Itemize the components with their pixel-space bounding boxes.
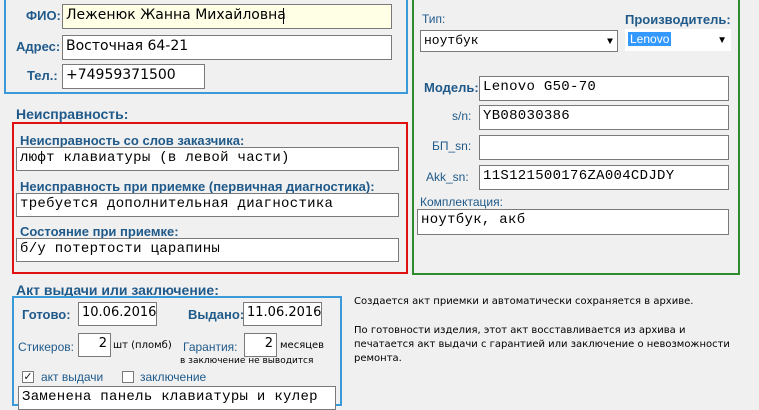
- issued-label: Выдано:: [188, 307, 245, 322]
- info-line-2: По готовности изделия, этот акт восставл…: [354, 325, 686, 336]
- fault-section-title: Неисправность:: [16, 106, 129, 122]
- issued-date-field[interactable]: 11.06.2016: [243, 302, 322, 326]
- ready-label: Готово:: [22, 307, 71, 322]
- warranty-note: в заключение не выводится: [180, 356, 314, 366]
- info-line-1: Создается акт приемки и автоматически со…: [354, 296, 694, 307]
- conclusion-checkbox-label: заключение: [140, 370, 207, 384]
- kit-label: Комплектация:: [420, 195, 503, 209]
- type-label: Тип:: [422, 12, 446, 26]
- bp-label: БП_sn:: [432, 139, 472, 153]
- intake-fault-label: Неисправность при приемке (первичная диа…: [20, 179, 375, 194]
- model-label: Модель:: [424, 80, 479, 95]
- act-checkbox[interactable]: ✓: [22, 371, 34, 383]
- text-cursor: [283, 8, 284, 24]
- kit-field[interactable]: ноутбук, акб: [417, 209, 729, 235]
- bp-field[interactable]: [479, 135, 729, 160]
- stickers-unit: шт (пломб): [113, 340, 172, 351]
- info-line-3: печатается акт выдачи с гарантией или за…: [354, 339, 730, 350]
- maker-label: Производитель:: [625, 12, 731, 27]
- act-checkbox-label: акт выдачи: [41, 370, 104, 384]
- warranty-field[interactable]: 2: [244, 333, 277, 357]
- type-select[interactable]: ноутбук ▼: [420, 30, 618, 52]
- chevron-down-icon: ▼: [606, 37, 613, 48]
- condition-label: Состояние при приемке:: [20, 224, 179, 239]
- maker-select-value: Lenovo: [628, 32, 672, 46]
- condition-field[interactable]: б/у потертости царапины: [16, 238, 399, 262]
- chevron-down-icon: ▼: [717, 35, 727, 46]
- phone-field[interactable]: +74959371500: [62, 64, 205, 89]
- intake-fault-field[interactable]: требуется дополнительная диагностика: [16, 193, 399, 217]
- type-select-value: ноутбук: [424, 33, 479, 48]
- conclusion-checkbox[interactable]: [122, 371, 134, 383]
- warranty-label: Гарантия:: [183, 340, 238, 354]
- customer-fault-label: Неисправность со слов заказчика:: [20, 133, 245, 148]
- stickers-field[interactable]: 2: [78, 333, 111, 357]
- address-label: Адрес:: [16, 39, 61, 54]
- ready-date-field[interactable]: 10.06.2016: [78, 302, 157, 326]
- info-line-4: ремонта.: [354, 353, 402, 364]
- phone-label: Тел.:: [27, 68, 58, 83]
- fio-field[interactable]: Леженюк Жанна Михайловна: [62, 4, 392, 29]
- customer-fault-field[interactable]: люфт клавиатуры (в левой части): [16, 147, 399, 171]
- model-field[interactable]: Lenovo G50-70: [479, 76, 729, 101]
- warranty-unit: месяцев: [280, 340, 325, 351]
- address-field[interactable]: Восточная 64-21: [62, 35, 392, 60]
- result-field[interactable]: Заменена панель клавиатуры и кулер: [18, 386, 336, 410]
- akk-field[interactable]: 11S121500176ZA004CDJDY: [479, 165, 729, 190]
- fio-label: ФИО:: [26, 8, 61, 23]
- akk-label: Akk_sn:: [426, 170, 469, 184]
- sn-field[interactable]: YB08030386: [479, 105, 729, 130]
- stickers-label: Стикеров:: [18, 340, 74, 354]
- maker-select[interactable]: Lenovo ▼: [625, 29, 731, 51]
- sn-label: s/n:: [452, 109, 472, 123]
